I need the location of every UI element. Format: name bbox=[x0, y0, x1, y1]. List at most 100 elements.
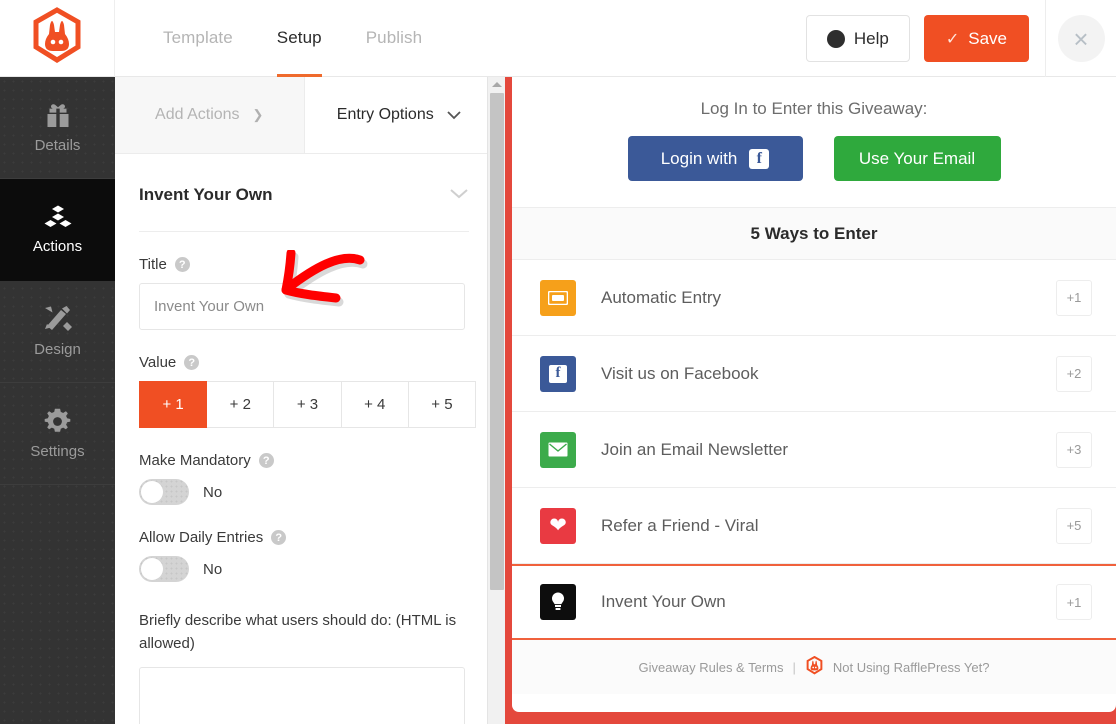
entry-badge: +1 bbox=[1056, 279, 1092, 316]
value-field-label: Value bbox=[139, 354, 177, 371]
question-mark-icon bbox=[826, 29, 845, 48]
entry-row-selected[interactable]: Invent Your Own +1 bbox=[512, 564, 1116, 640]
rafflepress-promo-link[interactable]: Not Using RafflePress Yet? bbox=[833, 660, 990, 675]
giveaway-preview: Log In to Enter this Giveaway: Login wit… bbox=[512, 77, 1116, 724]
tab-publish[interactable]: Publish bbox=[344, 0, 444, 77]
entry-label: Refer a Friend - Viral bbox=[601, 515, 759, 535]
entry-badge: +2 bbox=[1056, 355, 1092, 392]
help-tooltip-icon[interactable]: ? bbox=[174, 257, 190, 272]
chevron-down-icon[interactable] bbox=[449, 187, 469, 204]
value-field-group: Value ? + 1 + 2 + 3 + 4 + 5 bbox=[139, 354, 477, 428]
make-mandatory-row: No bbox=[139, 479, 469, 505]
rafflepress-builder: Template Setup Publish Help ✓ Save × Det… bbox=[0, 0, 1116, 724]
entry-row[interactable]: f Visit us on Facebook +2 bbox=[512, 336, 1116, 412]
gear-icon bbox=[44, 408, 71, 435]
help-button[interactable]: Help bbox=[805, 15, 910, 62]
help-tooltip-icon[interactable]: ? bbox=[258, 453, 274, 468]
title-field-label-row: Title ? bbox=[139, 256, 469, 273]
panel-scrollbar[interactable] bbox=[487, 77, 505, 724]
entry-row[interactable]: ❤ Refer a Friend - Viral +5 bbox=[512, 488, 1116, 564]
panel-body: Invent Your Own Title ? Value ? bbox=[115, 154, 493, 724]
toggle-knob bbox=[141, 558, 163, 580]
chevron-down-icon bbox=[447, 108, 461, 123]
rafflepress-rabbit-logo bbox=[28, 6, 86, 70]
entry-row[interactable]: Join an Email Newsletter +3 bbox=[512, 412, 1116, 488]
footer-separator: | bbox=[792, 659, 796, 675]
facebook-icon: f bbox=[540, 355, 576, 392]
subtab-entry-options-label: Entry Options bbox=[336, 106, 434, 123]
giveaway-rules-link[interactable]: Giveaway Rules & Terms bbox=[639, 660, 784, 675]
login-prompt: Log In to Enter this Giveaway: bbox=[700, 99, 928, 118]
sidebar-item-settings[interactable]: Settings bbox=[0, 383, 115, 485]
top-bar: Template Setup Publish Help ✓ Save × bbox=[0, 0, 1116, 77]
description-textarea[interactable] bbox=[139, 667, 465, 724]
title-field-label: Title bbox=[139, 256, 167, 273]
value-option-5[interactable]: + 5 bbox=[408, 381, 477, 428]
value-button-group: + 1 + 2 + 3 + 4 + 5 bbox=[139, 381, 477, 428]
entry-row[interactable]: Automatic Entry +1 bbox=[512, 260, 1116, 336]
sidebar-item-label: Details bbox=[34, 136, 81, 154]
check-icon: ✓ bbox=[945, 30, 960, 48]
make-mandatory-toggle[interactable] bbox=[139, 479, 189, 505]
envelope-icon bbox=[540, 431, 576, 468]
gift-icon bbox=[43, 102, 73, 129]
allow-daily-entries-state: No bbox=[203, 560, 223, 578]
sidebar-item-actions[interactable]: Actions bbox=[0, 179, 115, 281]
preview-footer: Giveaway Rules & Terms | Not Using Raffl… bbox=[512, 640, 1116, 694]
allow-daily-entries-row: No bbox=[139, 556, 469, 582]
use-your-email-button[interactable]: Use Your Email bbox=[833, 136, 1001, 181]
sidebar-item-label: Design bbox=[34, 341, 81, 358]
entry-badge: +3 bbox=[1056, 431, 1092, 468]
login-block: Log In to Enter this Giveaway: Login wit… bbox=[512, 77, 1116, 207]
login-with-facebook-label: Login with bbox=[660, 148, 738, 168]
ticket-icon bbox=[540, 279, 576, 316]
sidebar-item-design[interactable]: Design bbox=[0, 281, 115, 383]
section-header[interactable]: Invent Your Own bbox=[139, 154, 469, 232]
pencil-ruler-icon bbox=[43, 305, 73, 333]
close-button-cell: × bbox=[1045, 0, 1116, 77]
help-button-label: Help bbox=[853, 28, 889, 48]
login-buttons: Login with f Use Your Email bbox=[512, 136, 1116, 181]
app-logo bbox=[0, 0, 115, 77]
allow-daily-entries-label: Allow Daily Entries bbox=[139, 529, 264, 546]
blocks-icon bbox=[43, 204, 73, 230]
sidebar-item-label: Settings bbox=[30, 442, 85, 460]
description-field-label: Briefly describe what users should do: (… bbox=[139, 612, 457, 652]
allow-daily-entries-label-row: Allow Daily Entries ? bbox=[139, 529, 469, 546]
sidebar-item-details[interactable]: Details bbox=[0, 77, 115, 179]
value-option-1[interactable]: + 1 bbox=[139, 381, 208, 428]
login-with-facebook-button[interactable]: Login with f bbox=[627, 136, 803, 181]
entry-badge: +5 bbox=[1056, 507, 1092, 544]
left-rail: Details Actions Design Settings bbox=[0, 77, 115, 724]
value-field-label-row: Value ? bbox=[139, 354, 469, 371]
entry-label: Visit us on Facebook bbox=[601, 363, 759, 383]
value-option-3[interactable]: + 3 bbox=[274, 381, 342, 428]
allow-daily-entries-toggle[interactable] bbox=[139, 556, 189, 582]
tab-setup[interactable]: Setup bbox=[255, 0, 344, 77]
make-mandatory-label: Make Mandatory bbox=[139, 452, 251, 469]
subtab-add-actions-label: Add Actions bbox=[155, 106, 240, 123]
heart-icon: ❤ bbox=[540, 507, 576, 544]
ways-to-enter-header: 5 Ways to Enter bbox=[512, 207, 1116, 260]
help-tooltip-icon[interactable]: ? bbox=[184, 355, 200, 370]
top-bar-actions: Help ✓ Save × bbox=[805, 0, 1116, 77]
scrollbar-thumb[interactable] bbox=[490, 93, 504, 590]
subtab-entry-options[interactable]: Entry Options bbox=[304, 77, 493, 153]
title-input[interactable] bbox=[139, 283, 465, 330]
make-mandatory-state: No bbox=[203, 483, 223, 501]
entry-options-panel: Add Actions ❯ Entry Options Invent Your … bbox=[115, 77, 493, 724]
tab-template[interactable]: Template bbox=[141, 0, 255, 77]
subtab-add-actions[interactable]: Add Actions ❯ bbox=[115, 77, 305, 153]
scroll-up-arrow-icon[interactable] bbox=[492, 82, 502, 87]
entry-badge: +1 bbox=[1056, 584, 1092, 620]
main-tabs: Template Setup Publish bbox=[141, 0, 444, 77]
value-option-2[interactable]: + 2 bbox=[207, 381, 275, 428]
close-icon[interactable]: × bbox=[1057, 15, 1105, 62]
sidebar-item-label: Actions bbox=[32, 238, 83, 255]
save-button[interactable]: ✓ Save bbox=[923, 15, 1029, 62]
help-tooltip-icon[interactable]: ? bbox=[271, 530, 287, 545]
title-field-group: Title ? bbox=[139, 256, 469, 330]
value-option-4[interactable]: + 4 bbox=[341, 381, 409, 428]
section-title: Invent Your Own bbox=[139, 185, 273, 204]
panel-subtabs: Add Actions ❯ Entry Options bbox=[115, 77, 493, 154]
